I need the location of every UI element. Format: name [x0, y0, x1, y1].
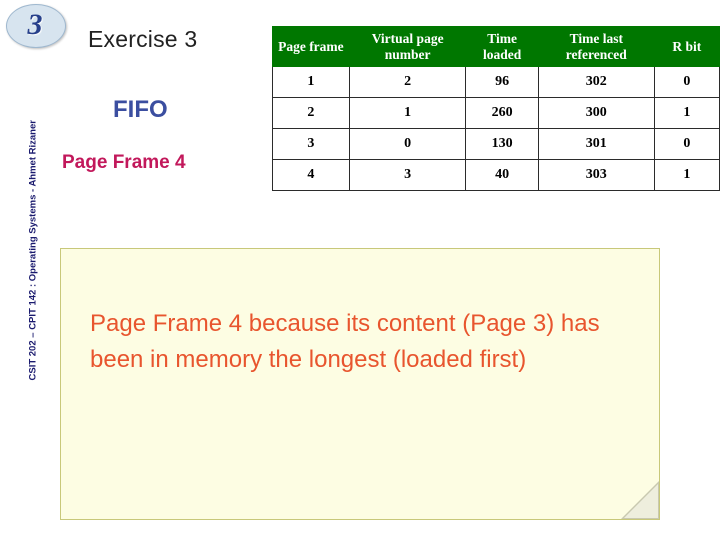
table-cell: 1 [272, 66, 350, 99]
table-cell: 1 [348, 97, 467, 130]
slide-number-badge: 3 [6, 4, 66, 48]
fifo-label: FIFO [113, 96, 168, 123]
table-cell: 303 [537, 159, 655, 192]
course-credit-text: CSIT 202 – CPIT 142 : Operating Systems … [27, 120, 39, 381]
table-cell: 0 [653, 66, 720, 99]
page-table-container: Page frame Virtual page number Time load… [272, 25, 720, 192]
table-cell: 3 [272, 128, 350, 161]
table-cell: 96 [465, 66, 539, 99]
table-cell: 0 [348, 128, 467, 161]
table-cell: 301 [537, 128, 655, 161]
table-cell: 1 [653, 97, 720, 130]
table-cell: 260 [465, 97, 539, 130]
table-header-row: Page frame Virtual page number Time load… [272, 25, 720, 68]
answer-text: Page Frame 4 because its content (Page 3… [90, 310, 600, 374]
page-frame-label: Page Frame 4 [62, 152, 186, 173]
table-cell: 130 [465, 128, 539, 161]
table-cell: 4 [272, 159, 350, 192]
table-cell: 302 [537, 66, 655, 99]
table-cell: 2 [272, 97, 350, 130]
table-header-cell: Page frame [272, 25, 350, 68]
table-cell: 40 [465, 159, 539, 192]
sidebar: 3 CSIT 202 – CPIT 142 : Operating System… [0, 0, 66, 540]
table-row: 2 1 260 300 1 [272, 97, 720, 130]
table-header-cell: Time last referenced [537, 25, 655, 68]
table-cell: 0 [653, 128, 720, 161]
table-header-cell: Time loaded [465, 25, 539, 68]
table-header-cell: Virtual page number [348, 25, 467, 68]
table-row: 3 0 130 301 0 [272, 128, 720, 161]
badge-number: 3 [27, 8, 43, 41]
table-cell: 3 [348, 159, 467, 192]
table-row: 4 3 40 303 1 [272, 159, 720, 192]
corner-fold-inner-decoration [624, 484, 658, 518]
page-title: Exercise 3 [88, 26, 198, 52]
table-cell: 2 [348, 66, 467, 99]
table-row: 1 2 96 302 0 [272, 66, 720, 99]
table-cell: 300 [537, 97, 655, 130]
answer-box [60, 248, 660, 520]
page-table: Page frame Virtual page number Time load… [272, 25, 720, 192]
table-header-cell: R bit [653, 25, 720, 68]
table-cell: 1 [653, 159, 720, 192]
